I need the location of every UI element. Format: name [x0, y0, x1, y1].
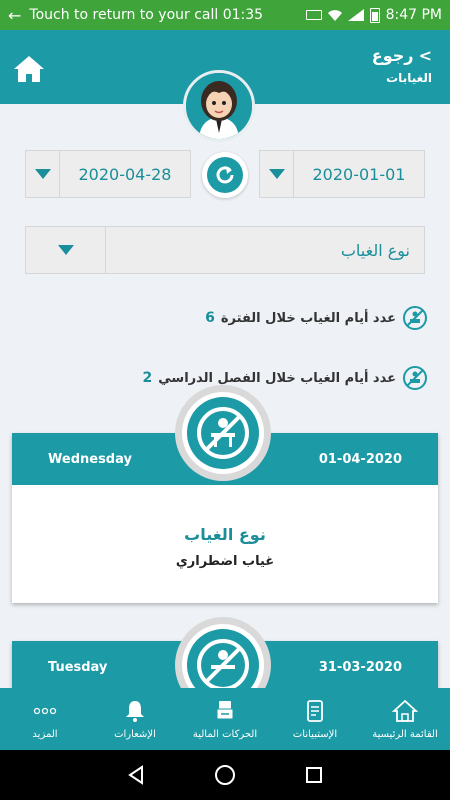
to-date-select[interactable]: 2020-04-28: [25, 150, 191, 198]
period-absence-stat: عدد أيام الغياب خلال الفترة 6: [205, 305, 428, 331]
refresh-inner[interactable]: [207, 157, 243, 193]
badge-inner: [187, 397, 259, 469]
nav-home[interactable]: القائمة الرئيسية: [360, 688, 450, 750]
call-return-text[interactable]: Touch to return to your call 01:35: [29, 7, 305, 23]
nav-financial[interactable]: الحركات المالية: [180, 688, 270, 750]
triangle-down-icon: [57, 245, 74, 255]
nav-financial-label[interactable]: الحركات المالية: [193, 729, 257, 740]
record-day: Tuesday: [48, 659, 108, 675]
absence-type-dropdown[interactable]: [26, 227, 106, 273]
to-date-value[interactable]: 2020-04-28: [60, 151, 190, 197]
girl-avatar-icon: [186, 73, 252, 139]
semester-absence-label: عدد أيام الغياب خلال الفصل الدراسي: [158, 370, 396, 386]
status-time: 8:47 PM: [385, 7, 442, 23]
survey-icon: [307, 699, 323, 722]
record-body: نوع الغياب غياب اضطراري: [12, 485, 438, 569]
refresh-icon: [216, 166, 234, 184]
record-date: 01-04-2020: [318, 451, 402, 467]
nav-surveys[interactable]: الإستبيانات: [270, 688, 360, 750]
nav-more-label[interactable]: المزيد: [32, 729, 57, 740]
back-triangle-icon[interactable]: [126, 765, 146, 785]
refresh-button[interactable]: [202, 152, 248, 198]
record-day: Wednesday: [48, 451, 132, 467]
recent-apps-icon[interactable]: [304, 765, 324, 785]
absence-badge: [175, 385, 271, 481]
absence-type-value[interactable]: نوع الغياب: [106, 227, 424, 273]
nav-notifications-label[interactable]: الإشعارات: [114, 729, 156, 740]
semester-absence-value: 2: [142, 370, 153, 386]
no-attendance-icon: [197, 407, 249, 459]
chevron-left-icon: <: [418, 46, 432, 65]
bell-icon: [126, 700, 144, 722]
back-button[interactable]: رجوع < الغيابات: [372, 46, 432, 85]
nav-notifications[interactable]: الإشعارات: [90, 688, 180, 750]
home-circle-icon[interactable]: [214, 764, 236, 786]
no-attendance-icon: [197, 639, 249, 691]
status-bar[interactable]: ← Touch to return to your call 01:35 8:4…: [0, 0, 450, 30]
battery-icon: [369, 7, 380, 23]
more-icon: [33, 707, 57, 714]
signal-icon: [347, 9, 364, 21]
back-arrow-icon: ←: [8, 5, 22, 25]
triangle-down-icon: [34, 169, 51, 179]
to-date-dropdown[interactable]: [26, 151, 60, 197]
from-date-value[interactable]: 2020-01-01: [294, 151, 424, 197]
home-icon[interactable]: [12, 54, 46, 84]
wifi-icon: [327, 10, 342, 21]
status-icons: 8:47 PM: [305, 7, 442, 23]
nav-surveys-label[interactable]: الإستبيانات: [293, 729, 337, 740]
back-label[interactable]: رجوع: [372, 46, 414, 65]
system-navigation-bar: [0, 750, 450, 800]
record-type-value: غياب اضطراري: [175, 554, 275, 569]
period-absence-value: 6: [205, 310, 215, 326]
page-title: الغيابات: [386, 71, 432, 85]
absence-type-select[interactable]: نوع الغياب: [25, 226, 425, 274]
sim-card-icon: [305, 10, 322, 20]
semester-absence-stat: عدد أيام الغياب خلال الفصل الدراسي 2: [143, 365, 428, 391]
record-date: 31-03-2020: [318, 659, 402, 675]
from-date-select[interactable]: 2020-01-01: [259, 150, 425, 198]
period-absence-label: عدد أيام الغياب خلال الفترة: [220, 310, 396, 326]
student-avatar: [183, 70, 255, 142]
home-icon: [392, 699, 418, 722]
triangle-down-icon: [268, 169, 285, 179]
nav-more[interactable]: المزيد: [0, 688, 90, 750]
record-type-title: نوع الغياب: [184, 525, 266, 544]
no-attendance-icon: [403, 306, 427, 330]
nav-home-label[interactable]: القائمة الرئيسية: [372, 729, 437, 740]
no-attendance-icon: [403, 366, 427, 390]
financial-icon: [216, 700, 234, 719]
bottom-navigation: القائمة الرئيسية الإستبيانات الحركات الم…: [0, 688, 450, 750]
badge-ring: [182, 392, 264, 474]
from-date-dropdown[interactable]: [260, 151, 294, 197]
